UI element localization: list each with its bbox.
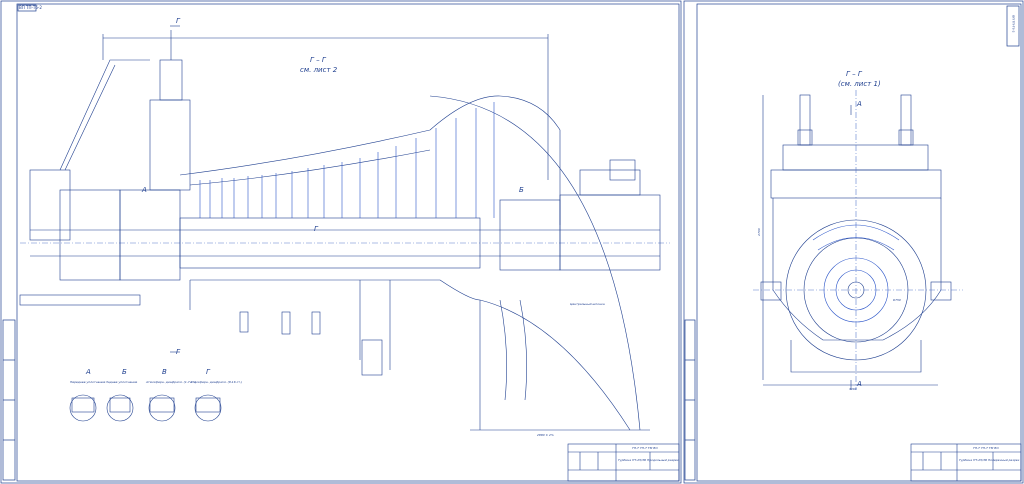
detail-a-letter: А bbox=[86, 368, 91, 376]
detail-a-caption: Переднее уплотнение bbox=[70, 380, 106, 384]
sheet-2-section-title-line2: (см. лист 1) bbox=[838, 80, 881, 88]
sheet-1-drawing bbox=[0, 0, 682, 484]
title-block-2-code: ТП-Т ТП-Т ТМ ВО bbox=[973, 446, 999, 450]
title-block-2-name: Турбина ПТ-25/3Б Поперечный разрез bbox=[959, 458, 1020, 462]
right-annotation: Центральный шпонка bbox=[570, 302, 605, 306]
section-mark-g-mid: Г bbox=[314, 225, 318, 233]
dimension-right: R750 bbox=[893, 298, 901, 302]
drawing-sheet-2: ВП ТП-Т6-2 Г – Г (см. лист 1) А А 2700 3… bbox=[683, 0, 1024, 484]
detail-v-letter: В bbox=[162, 368, 167, 376]
dimension-left: 2700 bbox=[756, 228, 761, 236]
section-mark-a: А bbox=[142, 186, 147, 194]
title-block-1-code: ТП-Т ТП-Т ТМ ВО bbox=[632, 446, 658, 450]
detail-b-letter: Б bbox=[122, 368, 127, 376]
detail-b-caption: Заднее уплотнение bbox=[106, 380, 138, 384]
detail-g-letter: Г bbox=[206, 368, 210, 376]
section-mark-b: Б bbox=[519, 186, 524, 194]
section-mark-a-bottom: А bbox=[857, 380, 862, 388]
sheet-1-section-title-line2: см. лист 2 bbox=[300, 66, 338, 74]
sheet-1-section-title-line1: Г – Г bbox=[310, 56, 326, 64]
detail-v-caption: Атмосферн. диафрагм. (1-7 ст.) bbox=[146, 380, 197, 384]
title-block-1-name: Турбина ПТ-25/3Б Продольный разрез bbox=[618, 458, 679, 462]
drawing-sheet-1: ВП ТП-Т6-2 Г – Г см. лист 2 Г Г А Б Г А … bbox=[0, 0, 682, 484]
sheet-1-top-code: ВП ТП-Т6-2 bbox=[19, 5, 42, 10]
section-mark-g-bottom: Г bbox=[176, 348, 180, 356]
section-mark-g-top: Г bbox=[176, 17, 180, 25]
sheet-2-section-title-line1: Г – Г bbox=[846, 70, 862, 78]
dimension-bottom-2: 3060 bbox=[849, 387, 857, 391]
dimension-bottom-1: 2880 ± 2% bbox=[537, 433, 554, 437]
sheet-2-top-code: ВП ТП-Т6-2 bbox=[1011, 15, 1016, 33]
section-mark-a-top: А bbox=[857, 100, 862, 108]
detail-g-caption: Атмосферн. диафрагм. (8-16 ст.) bbox=[190, 380, 243, 384]
